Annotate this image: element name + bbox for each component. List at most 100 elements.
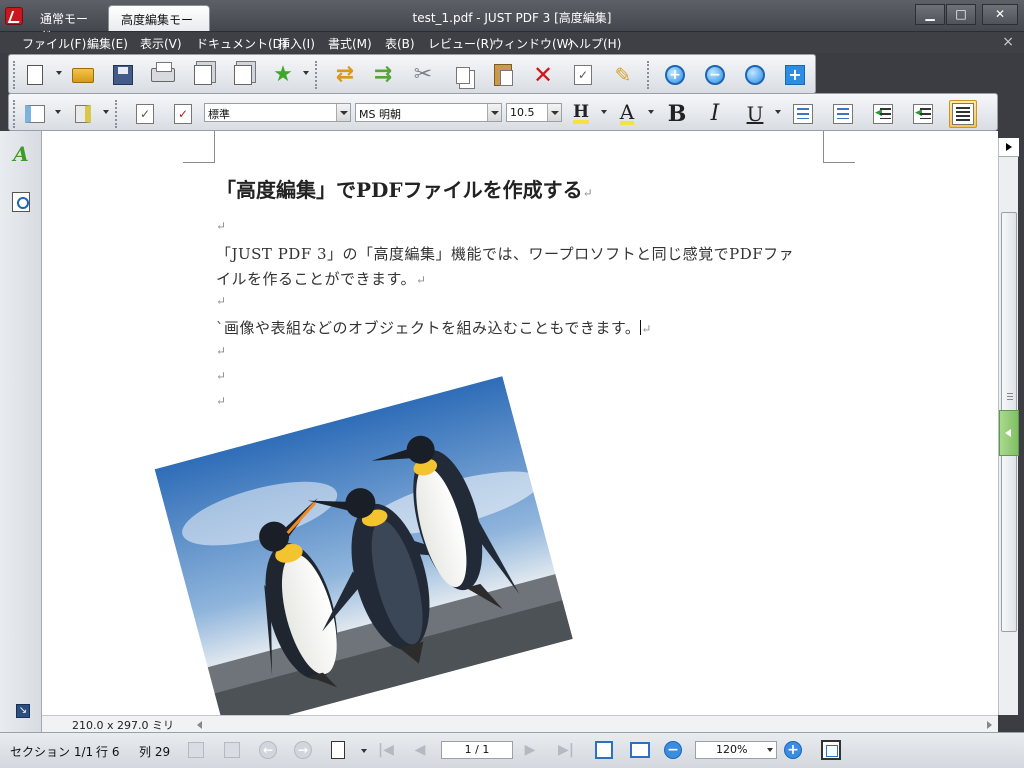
document-canvas[interactable]: 「高度編集」でPDFファイルを作成する↵ ↵ 「JUST PDF 3」の「高度編…	[42, 131, 998, 715]
numbered-list-button[interactable]	[829, 100, 857, 128]
expand-panel-icon[interactable]: ↘	[16, 704, 30, 718]
menu-table[interactable]: 表(B)	[385, 35, 415, 52]
favorite-dropdown[interactable]	[303, 71, 309, 75]
empty-paragraph[interactable]: ↵	[216, 369, 226, 383]
left-panel-button[interactable]	[21, 100, 49, 128]
page-view-button[interactable]	[328, 740, 348, 760]
scroll-left-button[interactable]	[197, 721, 202, 729]
zoom-level-select[interactable]: 120%	[695, 741, 777, 759]
font-name-select[interactable]: MS 明朝	[355, 103, 502, 122]
prev-page-button[interactable]: ◀	[410, 740, 430, 760]
empty-paragraph[interactable]: ↵	[216, 394, 226, 408]
undo-button[interactable]: ⇄	[331, 61, 359, 89]
align-left-button[interactable]	[949, 100, 977, 128]
page-number-field[interactable]: 1 / 1	[441, 741, 513, 759]
paragraph-style-select[interactable]: 標準	[204, 103, 351, 122]
zoom-out-button[interactable]: −	[701, 61, 729, 89]
menu-edit[interactable]: 編集(E)	[87, 35, 128, 52]
tab-advanced-edit-mode[interactable]: 高度編集モード	[108, 5, 210, 44]
cut-button[interactable]: ✂	[409, 61, 437, 89]
delete-button[interactable]: ✕	[529, 61, 557, 89]
copy-button[interactable]	[449, 61, 477, 89]
menu-review[interactable]: レビュー(R)	[428, 35, 494, 52]
zoom-in-button[interactable]: +	[661, 61, 689, 89]
save-button[interactable]	[109, 61, 137, 89]
favorite-button[interactable]: ★	[269, 61, 297, 89]
body-line-3[interactable]: `画像や表組などのオブジェクトを組み込むこともできます。↵	[216, 317, 652, 338]
penguins-photo[interactable]	[154, 376, 573, 715]
annotation-pen-button[interactable]: A	[10, 142, 32, 166]
font-color-dropdown[interactable]	[648, 110, 654, 114]
tab-normal-mode[interactable]: 通常モード	[28, 5, 106, 43]
menu-file[interactable]: ファイル(F)	[22, 35, 86, 52]
fit-width-button[interactable]	[630, 740, 650, 760]
first-page-button[interactable]: |◀	[376, 740, 396, 760]
increase-indent-button[interactable]: ◀	[909, 100, 937, 128]
text-select-button[interactable]: ✓	[569, 61, 597, 89]
underline-button[interactable]: U	[741, 100, 769, 128]
redo-button[interactable]: ⇉	[369, 61, 397, 89]
menu-insert[interactable]: 挿入(I)	[278, 35, 315, 52]
toolbar-grip[interactable]	[647, 61, 651, 89]
font-size-select[interactable]: 10.5	[506, 103, 562, 122]
menu-document[interactable]: ドキュメント(D)	[196, 35, 287, 52]
spell-check-button[interactable]: ✓	[131, 100, 159, 128]
right-panel-dropdown[interactable]	[103, 110, 109, 114]
scroll-up-button[interactable]	[999, 138, 1019, 157]
close-window-button[interactable]: ✕	[982, 4, 1018, 25]
paste-button[interactable]	[489, 61, 517, 89]
empty-paragraph[interactable]: ↵	[216, 294, 226, 308]
full-screen-button[interactable]	[821, 740, 841, 760]
forward-button[interactable]: →	[293, 740, 313, 760]
format-brush-button[interactable]: ✎	[609, 61, 637, 89]
body-line-2[interactable]: イルを作ることができます。↵	[216, 268, 427, 289]
new-document-dropdown[interactable]	[56, 71, 62, 75]
highlight-button[interactable]: H	[567, 100, 595, 128]
menu-format[interactable]: 書式(M)	[328, 35, 372, 52]
new-document-button[interactable]	[21, 61, 49, 89]
toolbar-grip[interactable]	[13, 100, 17, 128]
next-page-button[interactable]: ▶	[520, 740, 540, 760]
page-settings-button[interactable]	[229, 61, 257, 89]
bold-button[interactable]: B	[663, 100, 691, 128]
highlight-dropdown[interactable]	[601, 110, 607, 114]
bullet-list-button[interactable]	[789, 100, 817, 128]
fit-page-button[interactable]	[594, 740, 614, 760]
decrease-indent-button[interactable]: ◀	[869, 100, 897, 128]
left-panel-dropdown[interactable]	[55, 110, 61, 114]
toolbar-grip[interactable]	[115, 100, 119, 128]
empty-paragraph[interactable]: ↵	[216, 219, 226, 233]
font-size-dropdown-icon[interactable]	[547, 104, 561, 121]
clear-check-button[interactable]: ✓	[169, 100, 197, 128]
empty-paragraph[interactable]: ↵	[216, 344, 226, 358]
side-panel-toggle[interactable]	[999, 410, 1019, 456]
menu-window[interactable]: ウィンドウ(W)	[492, 35, 573, 52]
paragraph-style-dropdown-icon[interactable]	[336, 104, 350, 121]
menu-help[interactable]: ヘルプ(H)	[567, 35, 621, 52]
zoom-button[interactable]	[741, 61, 769, 89]
menu-view[interactable]: 表示(V)	[140, 35, 182, 52]
minimize-button[interactable]: ▁	[915, 4, 945, 25]
vertical-scrollbar[interactable]	[998, 138, 1019, 715]
zoom-dropdown-icon[interactable]	[767, 748, 773, 752]
zoom-out-status-button[interactable]: −	[663, 740, 683, 760]
open-button[interactable]	[69, 61, 97, 89]
export-button[interactable]	[189, 61, 217, 89]
body-line-1[interactable]: 「JUST PDF 3」の「高度編集」機能では、ワープロソフトと同じ感覚でPDF…	[216, 243, 794, 264]
back-button[interactable]: ←	[258, 740, 278, 760]
right-panel-button[interactable]	[69, 100, 97, 128]
document-heading[interactable]: 「高度編集」でPDFファイルを作成する↵	[216, 174, 593, 203]
toolbar-grip[interactable]	[13, 61, 17, 89]
scroll-right-button[interactable]	[987, 721, 992, 729]
next-section-button[interactable]	[222, 740, 242, 760]
page-search-button[interactable]	[10, 191, 32, 213]
page-view-dropdown[interactable]	[361, 749, 367, 753]
print-button[interactable]	[149, 61, 177, 89]
close-document-button[interactable]: ×	[1002, 34, 1014, 50]
font-name-dropdown-icon[interactable]	[487, 104, 501, 121]
add-button[interactable]: +	[781, 61, 809, 89]
italic-button[interactable]: I	[701, 100, 729, 128]
last-page-button[interactable]: ▶|	[556, 740, 576, 760]
prev-section-button[interactable]	[186, 740, 206, 760]
maximize-button[interactable]: □	[946, 4, 976, 25]
